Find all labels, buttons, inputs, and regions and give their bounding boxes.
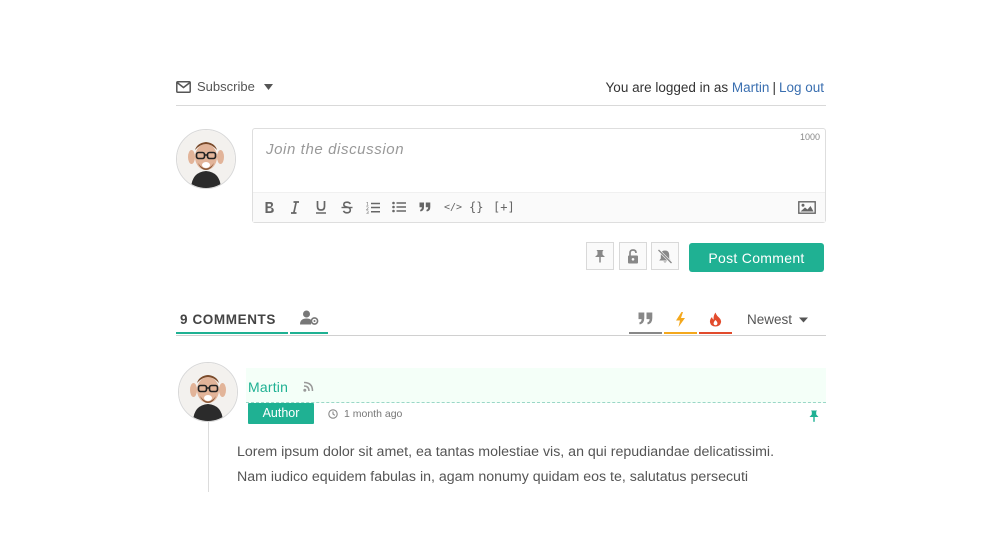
current-user-avatar: [176, 129, 236, 189]
login-status: You are logged in as Martin | Log out: [606, 80, 824, 95]
post-comment-button[interactable]: Post Comment: [689, 243, 824, 272]
comment-author-avatar[interactable]: [178, 362, 238, 422]
image-icon[interactable]: [798, 201, 816, 214]
comment-author-name[interactable]: Martin: [248, 379, 288, 395]
sort-most-replied-tab[interactable]: [629, 308, 662, 334]
top-bar: Subscribe You are logged in as Martin | Lo…: [176, 77, 826, 106]
author-badge: Author: [248, 403, 314, 424]
char-counter: 1000: [799, 132, 820, 142]
ordered-list-icon[interactable]: 123: [366, 199, 380, 215]
comment-body: Lorem ipsum dolor sit amet, ea tantas mo…: [237, 440, 822, 490]
underline-icon[interactable]: [315, 199, 327, 215]
sort-hottest-tab[interactable]: [664, 308, 697, 334]
logout-link[interactable]: Log out: [779, 80, 824, 95]
comments-count-tab[interactable]: 9 COMMENTS: [176, 308, 288, 334]
comment-textarea[interactable]: [253, 129, 829, 193]
unordered-list-icon[interactable]: [392, 199, 406, 215]
comment-body-line-1: Lorem ipsum dolor sit amet, ea tantas mo…: [237, 444, 775, 460]
rss-icon[interactable]: [303, 381, 314, 392]
sticky-toggle-button[interactable]: [586, 242, 614, 270]
svg-text:3: 3: [366, 210, 369, 214]
bell-slash-icon: [657, 248, 673, 264]
login-separator: |: [772, 80, 776, 95]
close-thread-toggle-button[interactable]: [619, 242, 647, 270]
comment-timestamp: 1 month ago: [328, 408, 402, 420]
sort-order-dropdown[interactable]: Newest: [747, 312, 809, 327]
notify-toggle-button[interactable]: [651, 242, 679, 270]
comments-widget: Subscribe You are logged in as Martin | Lo…: [176, 0, 829, 560]
clock-icon: [328, 409, 338, 419]
sort-trending-tab[interactable]: [699, 308, 732, 334]
bold-icon[interactable]: [264, 199, 275, 215]
pin-icon: [594, 249, 606, 263]
logged-in-text: You are logged in as: [605, 80, 729, 95]
fire-icon: [709, 312, 722, 332]
italic-icon[interactable]: [290, 199, 300, 215]
bolt-icon: [675, 312, 686, 332]
subscribe-label: Subscribe: [197, 79, 255, 94]
profile-link[interactable]: Martin: [732, 80, 770, 95]
strikethrough-icon[interactable]: [341, 199, 353, 215]
pinned-icon: [809, 410, 819, 422]
subscribe-dropdown[interactable]: Subscribe: [176, 79, 273, 94]
comment-header-bar: Martin: [246, 368, 826, 403]
caret-down-icon: [799, 317, 809, 323]
sort-order-label: Newest: [747, 312, 793, 327]
caret-down-icon: [263, 83, 273, 90]
thread-line: [208, 422, 209, 492]
comment-body-line-2: Nam iudico equidem fabulas in, agam nonu…: [237, 469, 749, 485]
comment-time-text: 1 month ago: [344, 408, 403, 420]
code-icon[interactable]: </>: [444, 199, 462, 215]
comment-editor: 1000 123 </> {} [: [252, 128, 829, 223]
comments-header: 9 COMMENTS Newest: [176, 308, 826, 336]
code-block-icon[interactable]: {}: [469, 199, 483, 215]
quote-icon[interactable]: [419, 199, 431, 215]
spoiler-icon[interactable]: [+]: [493, 199, 515, 215]
envelope-icon: [176, 80, 191, 93]
editor-toolbar: 123 </> {} [+]: [253, 192, 825, 222]
user-settings-icon: [299, 310, 319, 332]
unlock-icon: [627, 248, 639, 264]
participants-tab[interactable]: [290, 308, 328, 334]
quote-sort-icon: [638, 312, 653, 332]
